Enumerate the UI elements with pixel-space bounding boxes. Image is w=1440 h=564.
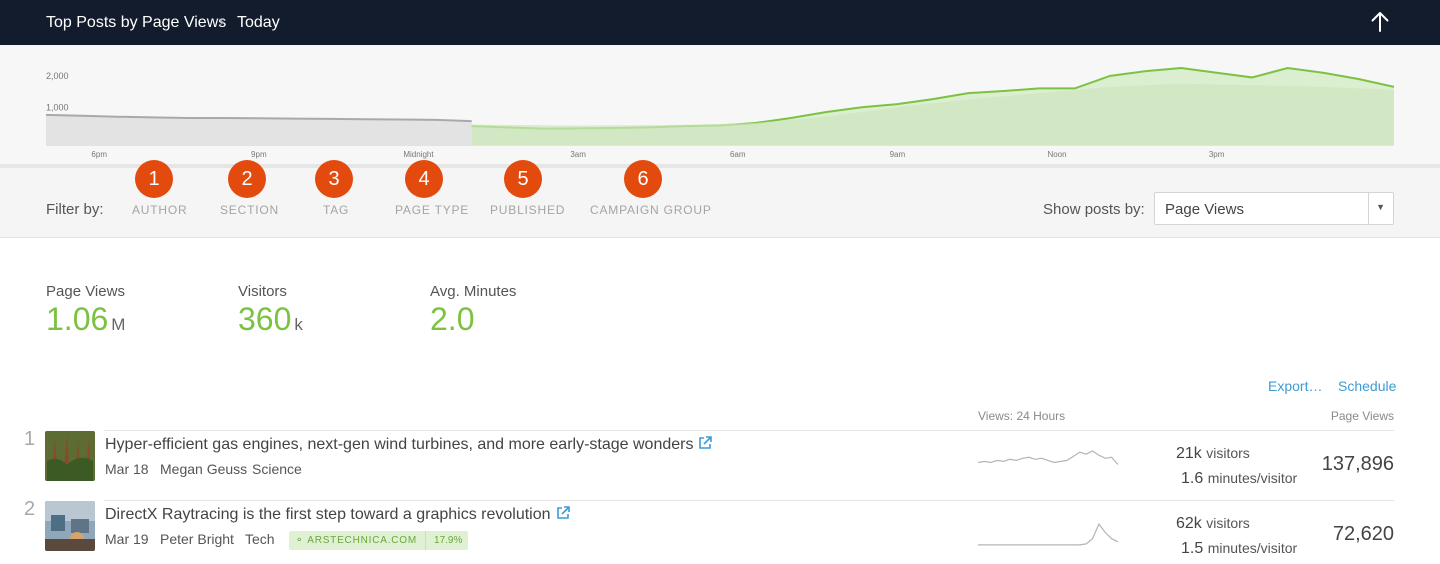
x-tick-label: 9am	[890, 150, 906, 159]
post-title: Hyper-efficient gas engines, next-gen wi…	[105, 436, 694, 453]
series-area-comparison-fill	[471, 83, 1394, 145]
row-minutes: 1.6 minutes/visitor	[1181, 470, 1297, 488]
show-posts-by-select[interactable]: Page Views ▼	[1154, 192, 1394, 225]
filter-page-type[interactable]: PAGE TYPE	[395, 203, 469, 217]
external-link-icon[interactable]	[698, 436, 713, 450]
breadcrumb-current: Today	[237, 14, 280, 31]
metric-value-avg-minutes: 2.0	[430, 301, 477, 338]
post-title: DirectX Raytracing is the first step tow…	[105, 506, 551, 523]
sparkline-24h	[978, 523, 1119, 546]
sparkline-path	[977, 450, 1119, 465]
chevron-right-icon: ›	[219, 13, 224, 30]
sparkline-path	[978, 523, 1119, 546]
select-value: Page Views	[1165, 201, 1244, 218]
export-link[interactable]: Export…	[1268, 378, 1322, 394]
row-page-views: 72,620	[1332, 523, 1394, 545]
metric-value-visitors: 360 k	[238, 301, 303, 338]
row-minutes: 1.5 minutes/visitor	[1181, 540, 1297, 558]
sparkline-24h	[977, 450, 1119, 465]
callout-badge-4: 4	[405, 160, 443, 198]
row-divider	[104, 430, 1394, 431]
filter-campaign-group[interactable]: CAMPAIGN GROUP	[590, 203, 712, 217]
y-tick-label: 2,000	[46, 71, 69, 81]
minutes-unit: minutes/visitor	[1207, 540, 1298, 556]
post-author[interactable]: Megan Geuss	[160, 461, 247, 477]
x-tick-label: Midnight	[403, 150, 434, 159]
filter-section[interactable]: SECTION	[220, 203, 279, 217]
referrer-domain-badge[interactable]: ⚬ ARSTECHNICA.COM 17.9%	[289, 531, 469, 550]
row-rank: 1	[24, 428, 36, 450]
x-tick-label: 9pm	[251, 150, 267, 159]
breadcrumb-root[interactable]: Top Posts by Page Views	[46, 14, 226, 32]
referrer-domain: ARSTECHNICA.COM	[307, 535, 418, 546]
x-tick-label: Noon	[1047, 150, 1066, 159]
minutes-unit: minutes/visitor	[1207, 470, 1298, 486]
callout-badge-3: 3	[315, 160, 353, 198]
minutes-number: 1.6	[1181, 470, 1204, 487]
arrow-up-icon[interactable]	[1368, 10, 1392, 34]
post-author[interactable]: Peter Bright	[160, 531, 234, 547]
post-date: Mar 18	[105, 461, 149, 477]
visitors-unit: visitors	[1206, 515, 1250, 531]
x-tick-label: 3pm	[1209, 150, 1225, 159]
metric-label-page-views: Page Views	[46, 283, 125, 300]
filter-author[interactable]: AUTHOR	[132, 203, 187, 217]
caret-down-icon: ▼	[1376, 202, 1385, 212]
row-divider	[104, 500, 1394, 501]
visitors-unit: visitors	[1206, 445, 1250, 461]
metric-label-visitors: Visitors	[238, 283, 287, 300]
metric-number: 2.0	[430, 301, 475, 337]
filter-by-label: Filter by:	[46, 201, 104, 218]
filter-published[interactable]: PUBLISHED	[490, 203, 565, 217]
x-tick-label: 3am	[570, 150, 586, 159]
row-page-views: 137,896	[1321, 453, 1394, 475]
metric-number: 360	[238, 301, 292, 337]
post-title-link[interactable]: DirectX Raytracing is the first step tow…	[105, 506, 570, 524]
traffic-chart: 2,000 1,000 6pm 9pm Midnight 3am 6am 9am Noon 3pm	[45, 66, 1395, 159]
post-title-link[interactable]: Hyper-efficient gas engines, next-gen wi…	[105, 436, 713, 454]
top-bar: Top Posts by Page Views › Today	[0, 0, 1440, 45]
show-posts-by-label: Show posts by:	[1043, 201, 1145, 218]
row-rank: 2	[24, 498, 36, 520]
minutes-number: 1.5	[1181, 540, 1204, 557]
metric-number: 1.06	[46, 301, 109, 337]
col-header-page-views[interactable]: Page Views	[1331, 409, 1394, 423]
post-thumbnail[interactable]	[45, 501, 95, 551]
visitors-number: 21k	[1176, 445, 1202, 462]
callout-badge-2: 2	[228, 160, 266, 198]
schedule-link[interactable]: Schedule	[1338, 378, 1396, 394]
x-tick-label: 6pm	[91, 150, 107, 159]
row-visitors: 62k visitors	[1176, 515, 1250, 533]
metric-unit: k	[294, 315, 303, 334]
select-divider	[1368, 193, 1369, 224]
callout-badge-6: 6	[624, 160, 662, 198]
col-header-views-24h[interactable]: Views: 24 Hours	[978, 409, 1065, 423]
referrer-percent: 17.9%	[425, 531, 462, 550]
post-section[interactable]: Tech	[245, 531, 275, 547]
post-section[interactable]: Science	[252, 461, 302, 477]
metric-label-avg-minutes: Avg. Minutes	[430, 283, 517, 300]
callout-badge-1: 1	[135, 160, 173, 198]
callout-badge-5: 5	[504, 160, 542, 198]
x-tick-label: 6am	[730, 150, 746, 159]
external-link-icon[interactable]	[556, 506, 570, 520]
visitors-number: 62k	[1176, 515, 1202, 532]
filter-tag[interactable]: TAG	[323, 203, 349, 217]
post-date: Mar 19	[105, 531, 149, 547]
traffic-chart-area: 2,000 1,000 6pm 9pm Midnight 3am 6am 9am Noon 3pm	[0, 45, 1440, 165]
metric-value-page-views: 1.06 M	[46, 301, 125, 338]
y-tick-label: 1,000	[46, 103, 69, 113]
row-visitors: 21k visitors	[1176, 445, 1250, 463]
metric-unit: M	[111, 315, 126, 334]
post-thumbnail[interactable]	[45, 431, 95, 481]
